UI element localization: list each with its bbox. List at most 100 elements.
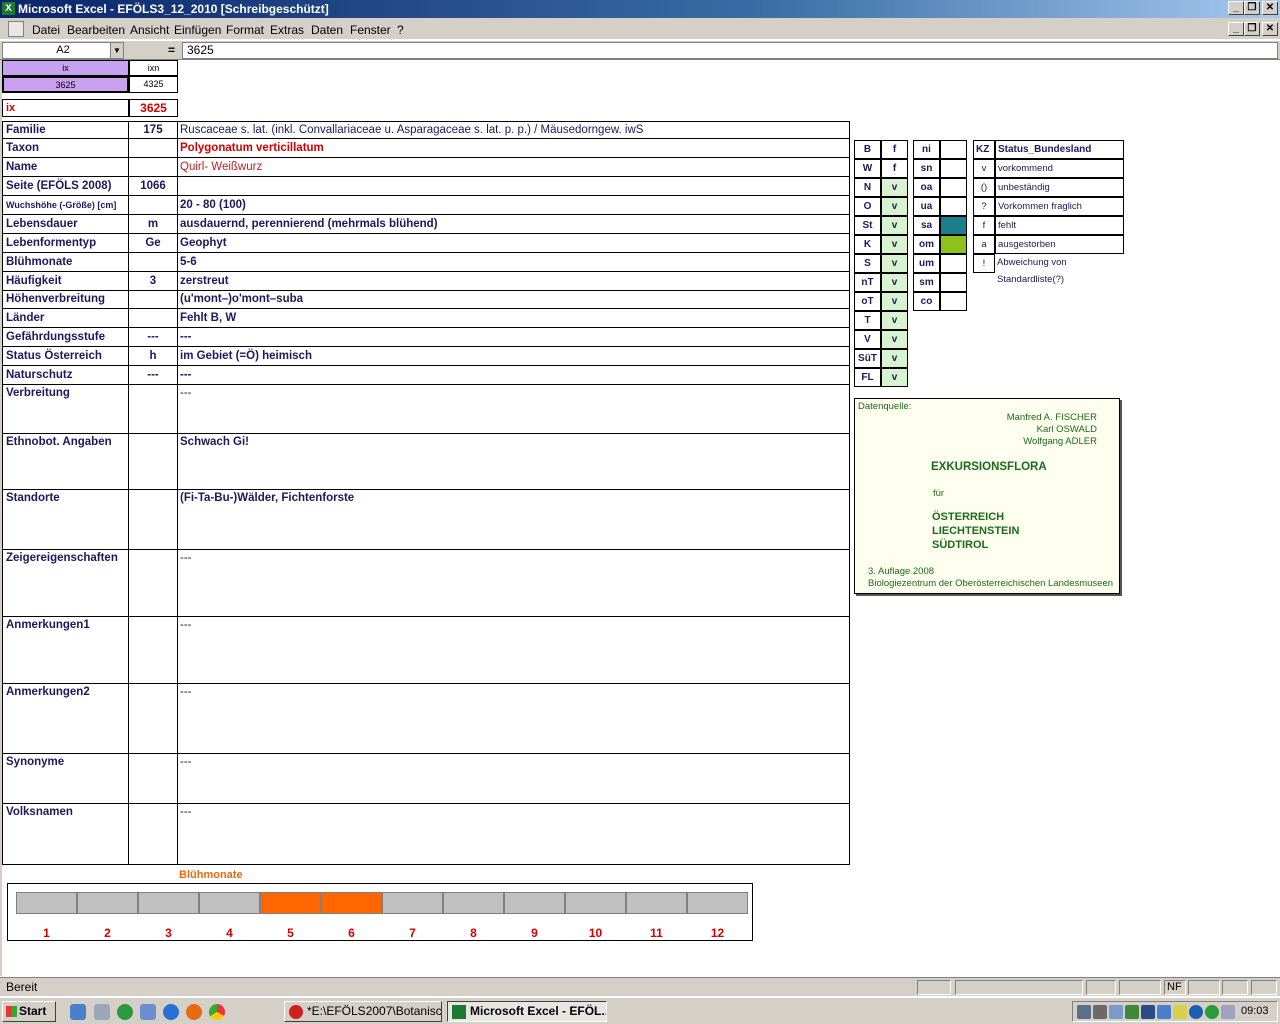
state-code[interactable]: W bbox=[854, 159, 881, 178]
menu-datei[interactable]: Datei bbox=[32, 23, 60, 37]
state-status[interactable]: v bbox=[881, 311, 908, 330]
section-label[interactable]: Volksnamen bbox=[2, 803, 129, 865]
row-code[interactable] bbox=[128, 290, 178, 309]
zone-code[interactable]: oa bbox=[913, 178, 940, 197]
state-code[interactable]: oT bbox=[854, 292, 881, 311]
status-key[interactable]: () bbox=[973, 178, 995, 197]
zone-fill[interactable] bbox=[940, 159, 967, 178]
row-code[interactable] bbox=[128, 157, 178, 177]
zone-fill[interactable] bbox=[940, 140, 967, 159]
menu-extras[interactable]: Extras bbox=[270, 23, 304, 37]
tray-network-icon[interactable] bbox=[1125, 1005, 1139, 1019]
status-description[interactable]: unbeständig bbox=[995, 178, 1124, 197]
status-description[interactable]: Vorkommen fraglich bbox=[995, 197, 1124, 216]
row-value[interactable]: --- bbox=[177, 327, 850, 347]
zone-code[interactable]: um bbox=[913, 254, 940, 273]
row-value[interactable]: Geophyt bbox=[177, 233, 850, 253]
state-status[interactable]: f bbox=[881, 159, 908, 178]
show-desktop-icon[interactable] bbox=[70, 1004, 86, 1020]
row-code[interactable]: --- bbox=[128, 365, 178, 385]
formula-input[interactable]: 3625 bbox=[182, 42, 1278, 59]
state-code[interactable]: N bbox=[854, 178, 881, 197]
section-value[interactable]: --- bbox=[177, 683, 850, 754]
tray-shield-icon[interactable] bbox=[1141, 1005, 1155, 1019]
row-value[interactable]: zerstreut bbox=[177, 271, 850, 291]
internet-explorer-icon[interactable] bbox=[163, 1004, 179, 1020]
tray-search-icon[interactable] bbox=[1109, 1005, 1123, 1019]
status-key[interactable]: v bbox=[973, 159, 995, 178]
ix-value[interactable]: 3625 bbox=[129, 99, 178, 117]
state-status[interactable]: v bbox=[881, 254, 908, 273]
section-label[interactable]: Ethnobot. Angaben bbox=[2, 433, 129, 490]
section-value[interactable]: --- bbox=[177, 803, 850, 865]
row-label[interactable]: Taxon bbox=[2, 138, 129, 158]
section-value[interactable]: Schwach Gi! bbox=[177, 433, 850, 490]
status-kz-label[interactable]: KZ bbox=[973, 140, 995, 159]
worksheet[interactable]: ix ixn 3625 4325 ix 3625 KZ Status_Bunde… bbox=[0, 60, 1280, 976]
row-label[interactable]: Häufigkeit bbox=[2, 271, 129, 291]
row-value[interactable]: ausdauernd, perennierend (mehrmals blühe… bbox=[177, 214, 850, 234]
clock[interactable]: 09:03 bbox=[1241, 1005, 1269, 1017]
section-code-cell[interactable] bbox=[128, 489, 178, 550]
menu-daten[interactable]: Daten bbox=[311, 23, 343, 37]
explorer-icon[interactable] bbox=[94, 1004, 110, 1020]
section-code-cell[interactable] bbox=[128, 753, 178, 804]
row-value[interactable]: 5-6 bbox=[177, 252, 850, 272]
state-status[interactable]: v bbox=[881, 197, 908, 216]
state-code[interactable]: St bbox=[854, 216, 881, 235]
status-description[interactable]: Abweichung von Standardliste(?) bbox=[995, 254, 1124, 285]
row-code[interactable] bbox=[128, 308, 178, 328]
restore-button[interactable]: ❐ bbox=[1244, 1, 1260, 15]
menu-ansicht[interactable]: Ansicht bbox=[130, 23, 169, 37]
row-code[interactable]: 3 bbox=[128, 271, 178, 291]
media-player-icon[interactable] bbox=[117, 1004, 133, 1020]
row-code[interactable]: m bbox=[128, 214, 178, 234]
workbook-icon[interactable] bbox=[8, 21, 24, 37]
section-label[interactable]: Standorte bbox=[2, 489, 129, 550]
ix-label[interactable]: ix bbox=[2, 99, 129, 117]
ixn-header-label[interactable]: ixn bbox=[129, 60, 178, 76]
state-code[interactable]: nT bbox=[854, 273, 881, 292]
row-label[interactable]: Lebensdauer bbox=[2, 214, 129, 234]
zone-fill[interactable] bbox=[940, 235, 967, 254]
state-status[interactable]: v bbox=[881, 216, 908, 235]
row-label[interactable]: Wuchshöhe (-Größe) [cm] bbox=[2, 195, 129, 215]
zone-fill[interactable] bbox=[940, 197, 967, 216]
row-code[interactable] bbox=[128, 252, 178, 272]
section-label[interactable]: Verbreitung bbox=[2, 384, 129, 434]
state-code[interactable]: O bbox=[854, 197, 881, 216]
section-value[interactable]: --- bbox=[177, 549, 850, 617]
zone-code[interactable]: ni bbox=[913, 140, 940, 159]
state-code[interactable]: S bbox=[854, 254, 881, 273]
zone-code[interactable]: sa bbox=[913, 216, 940, 235]
status-key[interactable]: ? bbox=[973, 197, 995, 216]
row-label[interactable]: Name bbox=[2, 157, 129, 177]
tray-monitor-icon[interactable] bbox=[1077, 1005, 1091, 1019]
network-icon[interactable] bbox=[140, 1004, 156, 1020]
menu-fenster[interactable]: Fenster bbox=[350, 23, 391, 37]
status-description[interactable]: fehlt bbox=[995, 216, 1124, 235]
status-title[interactable]: Status_Bundesland bbox=[995, 140, 1124, 159]
zone-code[interactable]: om bbox=[913, 235, 940, 254]
row-code[interactable]: 175 bbox=[128, 121, 178, 139]
menu-help[interactable]: ? bbox=[397, 23, 404, 37]
zone-code[interactable]: co bbox=[913, 292, 940, 311]
menu-bearbeiten[interactable]: Bearbeiten bbox=[67, 23, 125, 37]
row-code[interactable] bbox=[128, 138, 178, 158]
chrome-icon[interactable] bbox=[209, 1004, 225, 1020]
tray-info-icon[interactable] bbox=[1189, 1005, 1203, 1019]
state-status[interactable]: v bbox=[881, 178, 908, 197]
section-code-cell[interactable] bbox=[128, 803, 178, 865]
section-label[interactable]: Anmerkungen2 bbox=[2, 683, 129, 754]
section-code-cell[interactable] bbox=[128, 549, 178, 617]
zone-code[interactable]: sm bbox=[913, 273, 940, 292]
zone-fill[interactable] bbox=[940, 254, 967, 273]
state-code[interactable]: SüT bbox=[854, 349, 881, 368]
name-box[interactable]: A2 ▼ bbox=[2, 42, 124, 59]
section-label[interactable]: Zeigereigenschaften bbox=[2, 549, 129, 617]
state-status[interactable]: v bbox=[881, 330, 908, 349]
firefox-icon[interactable] bbox=[186, 1004, 202, 1020]
tray-tool-icon[interactable] bbox=[1093, 1005, 1107, 1019]
section-code-cell[interactable] bbox=[128, 384, 178, 434]
state-status[interactable]: v bbox=[881, 292, 908, 311]
